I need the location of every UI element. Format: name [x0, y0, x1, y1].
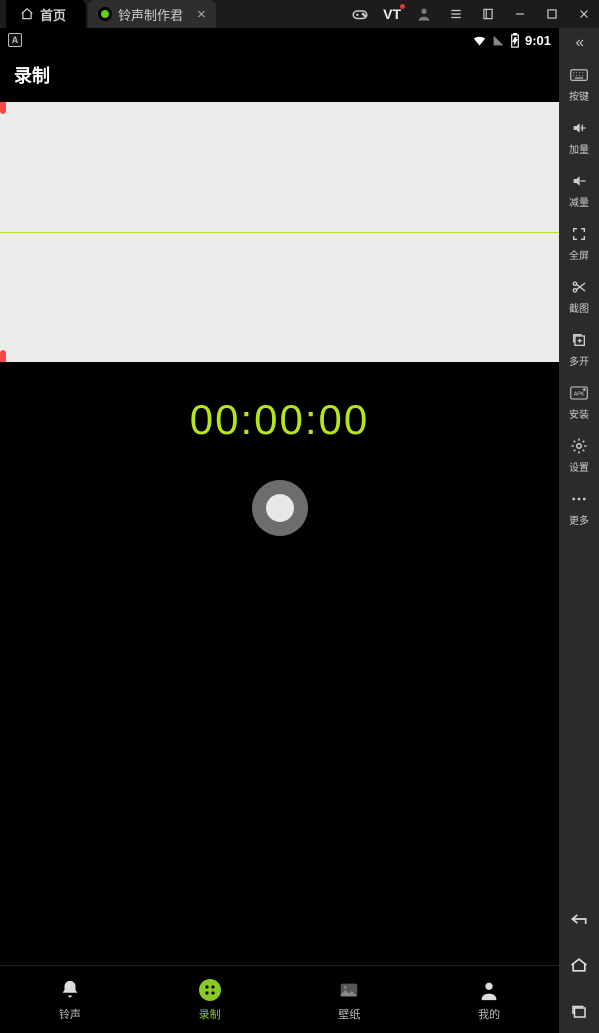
sidebar-label: 加量: [569, 141, 589, 156]
phone-pane: A 9:01 录制 00:00:00: [0, 28, 559, 1033]
waveform-area[interactable]: [0, 102, 559, 362]
profile-icon[interactable]: [415, 5, 433, 23]
more-icon: [570, 490, 588, 508]
volume-down-icon: [570, 172, 588, 190]
sidebar-label: 全屏: [569, 247, 589, 262]
status-clock: 9:01: [525, 33, 551, 48]
sidebar-screenshot[interactable]: 截图: [559, 272, 599, 323]
android-back-button[interactable]: [559, 897, 599, 941]
bell-icon: [58, 978, 82, 1002]
vt-label: VT: [383, 6, 401, 22]
keyboard-icon: [570, 66, 588, 84]
emulator-sidebar: 按键 加量 减量 全屏 截图 多开 APK 安装 设置: [559, 28, 599, 1033]
volume-up-icon: [570, 119, 588, 137]
sidebar-install[interactable]: APK 安装: [559, 378, 599, 429]
record-button[interactable]: [252, 480, 308, 536]
home-tab-label: 首页: [40, 5, 66, 24]
apk-install-icon: APK: [570, 384, 588, 402]
android-status-bar: A 9:01: [0, 28, 559, 52]
main-row: A 9:01 录制 00:00:00: [0, 28, 599, 1033]
tab-label: 录制: [199, 1006, 221, 1022]
status-icons: 9:01: [472, 33, 551, 48]
tab-label: 我的: [478, 1006, 500, 1022]
sidebar-keys[interactable]: 按键: [559, 60, 599, 111]
tab-ringtone[interactable]: 铃声: [35, 978, 105, 1022]
image-icon: [337, 978, 361, 1002]
record-icon: [266, 494, 294, 522]
minimize-icon[interactable]: [511, 5, 529, 23]
sidebar-more[interactable]: 更多: [559, 484, 599, 535]
app-tab-label: 铃声制作君: [118, 5, 183, 24]
svg-text:APK: APK: [574, 391, 585, 397]
tab-record[interactable]: 录制: [175, 978, 245, 1022]
close-window-icon[interactable]: [575, 5, 593, 23]
range-end-marker[interactable]: [0, 350, 6, 362]
multiwindow-icon[interactable]: [479, 5, 497, 23]
record-button-row: [0, 480, 559, 536]
record-tab-icon: [198, 978, 222, 1002]
home-icon: [20, 7, 34, 21]
sidebar-label: 截图: [569, 300, 589, 315]
emulator-window-controls: VT: [351, 5, 593, 23]
tab-label: 铃声: [59, 1006, 81, 1022]
waveform-centerline: [0, 232, 559, 233]
sidebar-settings[interactable]: 设置: [559, 431, 599, 482]
collapse-sidebar-icon[interactable]: [571, 34, 587, 52]
sidebar-volume-up[interactable]: 加量: [559, 113, 599, 164]
profile-tab-icon: [477, 978, 501, 1002]
android-recents-button[interactable]: [559, 989, 599, 1033]
sidebar-label: 更多: [569, 512, 589, 527]
vt-indicator[interactable]: VT: [383, 6, 401, 22]
sidebar-fullscreen[interactable]: 全屏: [559, 219, 599, 270]
tab-wallpaper[interactable]: 壁纸: [314, 978, 384, 1022]
record-timer: 00:00:00: [0, 396, 559, 444]
android-home-button[interactable]: [559, 943, 599, 987]
tab-mine[interactable]: 我的: [454, 978, 524, 1022]
notification-dot: [400, 4, 405, 9]
range-start-marker[interactable]: [0, 102, 6, 114]
app-tab[interactable]: 铃声制作君 ×: [88, 0, 216, 28]
gamepad-icon[interactable]: [351, 5, 369, 23]
emulator-top-bar: 首页 铃声制作君 × VT: [0, 0, 599, 28]
sidebar-label: 按键: [569, 88, 589, 103]
ime-indicator-icon: A: [8, 33, 22, 47]
sidebar-label: 减量: [569, 194, 589, 209]
sidebar-label: 设置: [569, 459, 589, 474]
sidebar-volume-down[interactable]: 减量: [559, 166, 599, 217]
menu-icon[interactable]: [447, 5, 465, 23]
signal-icon: [492, 34, 505, 47]
wifi-icon: [472, 33, 487, 48]
page-title: 录制: [0, 52, 559, 98]
battery-icon: [510, 33, 520, 48]
app-tab-icon: [98, 7, 112, 21]
sidebar-label: 安装: [569, 406, 589, 421]
maximize-icon[interactable]: [543, 5, 561, 23]
multi-instance-icon: [571, 331, 587, 349]
home-tab[interactable]: 首页: [6, 0, 86, 28]
bottom-tab-bar: 铃声 录制 壁纸 我的: [0, 965, 559, 1033]
tab-label: 壁纸: [338, 1006, 360, 1022]
sidebar-multi[interactable]: 多开: [559, 325, 599, 376]
gear-icon: [570, 437, 588, 455]
sidebar-label: 多开: [569, 353, 589, 368]
close-icon[interactable]: ×: [197, 6, 206, 23]
fullscreen-icon: [571, 225, 587, 243]
scissors-icon: [571, 278, 587, 296]
